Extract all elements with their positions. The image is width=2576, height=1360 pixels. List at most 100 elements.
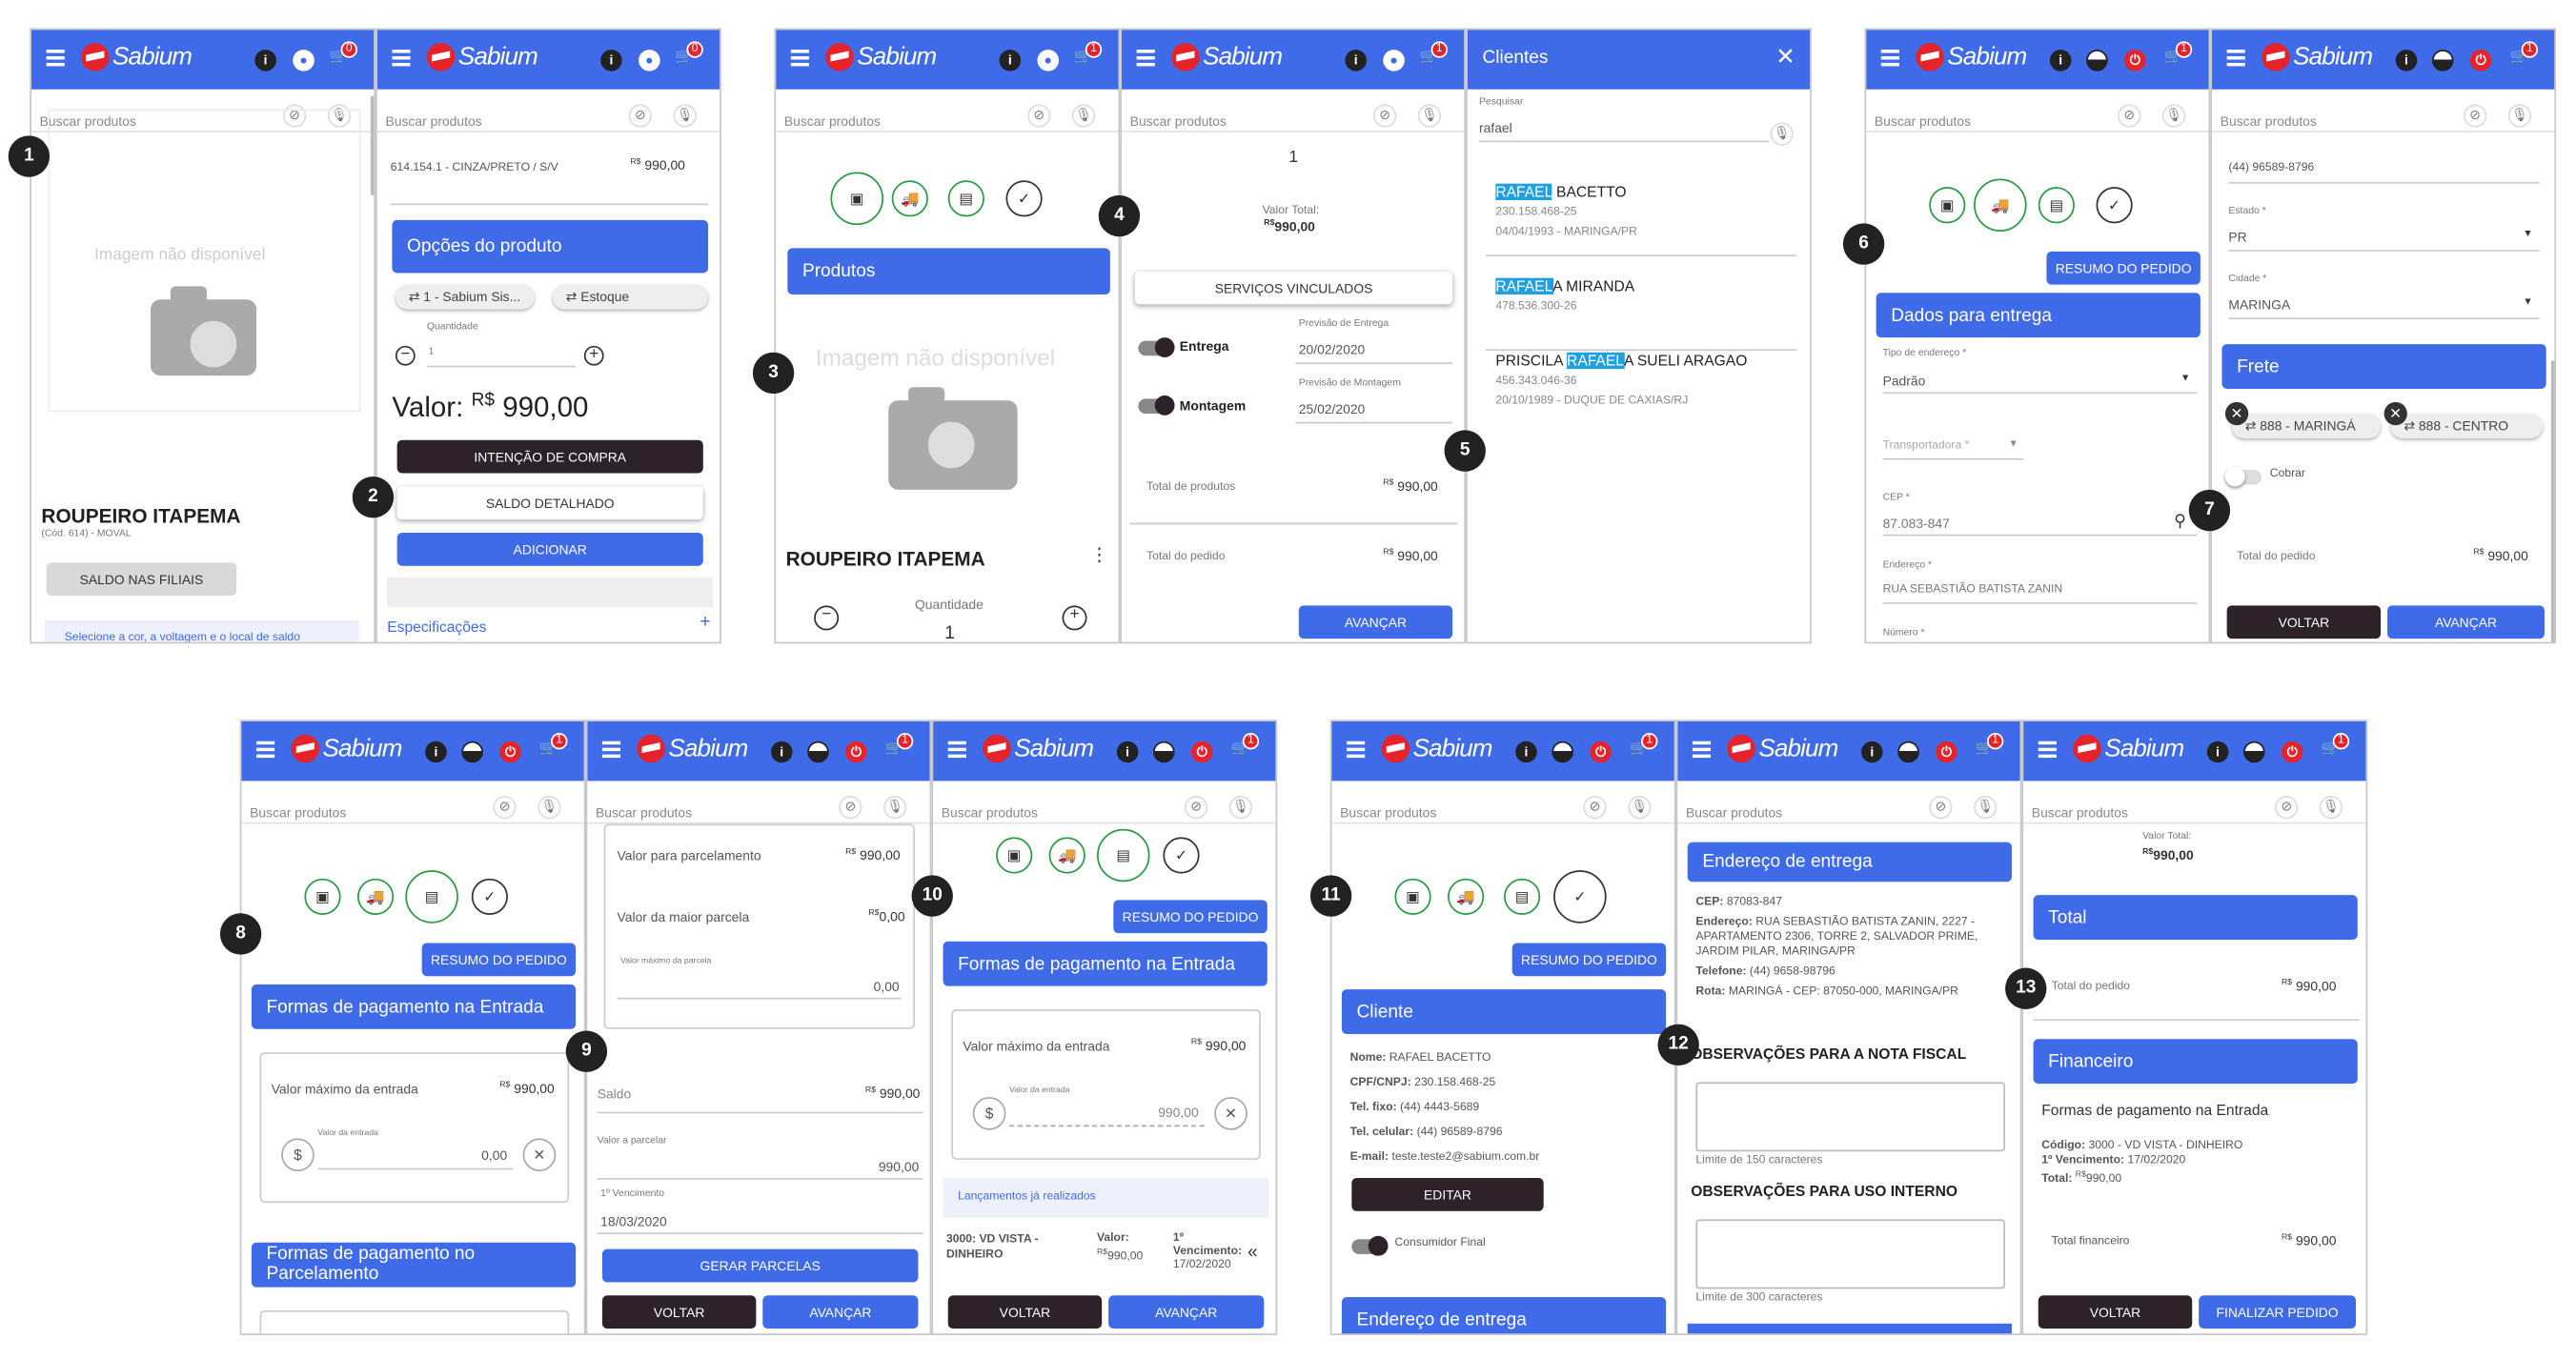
tipo-endereco-select[interactable]: Padrão bbox=[1883, 374, 1926, 389]
search-input[interactable]: Buscar produtos bbox=[1130, 114, 1227, 130]
info-icon[interactable]: i bbox=[425, 741, 447, 763]
cart-icon[interactable]: 🛒 1 bbox=[2164, 41, 2193, 66]
minus-button[interactable]: − bbox=[814, 605, 840, 631]
voltar-button[interactable]: VOLTAR bbox=[601, 1295, 757, 1330]
search-bar[interactable]: Buscar produtos ⊘ 🎙 bbox=[376, 90, 720, 132]
voltar-button[interactable]: VOLTAR bbox=[2038, 1295, 2193, 1330]
voltar-button[interactable]: VOLTAR bbox=[2226, 605, 2382, 639]
stock-chip[interactable]: ⇄ Estoque bbox=[552, 284, 709, 310]
power-icon[interactable]: ⏻ bbox=[2469, 50, 2492, 71]
resumo-pedido-button[interactable]: RESUMO DO PEDIDO bbox=[421, 943, 577, 977]
checkout-step-icon[interactable]: ▣ bbox=[304, 878, 341, 916]
power-icon[interactable]: ⏻ bbox=[2281, 741, 2303, 763]
search-bar[interactable]: Buscar produtos ⊘ 🎙 bbox=[2212, 90, 2555, 132]
barcode-off-icon[interactable]: ⊘ bbox=[2118, 104, 2141, 128]
customer-icon[interactable] bbox=[461, 741, 483, 763]
menu-icon[interactable] bbox=[790, 50, 809, 67]
servicos-vinculados-button[interactable]: SERVIÇOS VINCULADOS bbox=[1134, 271, 1453, 305]
checkout-step-icon[interactable]: ✓ bbox=[471, 878, 508, 916]
remove-icon[interactable]: ✕ bbox=[2224, 401, 2249, 426]
resumo-pedido-button[interactable]: RESUMO DO PEDIDO bbox=[1511, 943, 1667, 977]
saldo-filiais-button[interactable]: SALDO NAS FILIAIS bbox=[46, 562, 237, 596]
plus-button[interactable]: + bbox=[583, 345, 604, 366]
lancamentos-link[interactable]: Lançamentos já realizados bbox=[958, 1191, 1096, 1203]
close-icon[interactable]: ✕ bbox=[1775, 43, 1795, 71]
search-input[interactable]: Buscar produtos bbox=[784, 114, 881, 130]
chevron-down-icon[interactable]: ▼ bbox=[2523, 297, 2532, 307]
info-icon[interactable]: i bbox=[770, 741, 793, 763]
cart-icon[interactable]: 🛒 1 bbox=[1074, 41, 1103, 66]
info-icon[interactable]: i bbox=[999, 50, 1022, 71]
customer-icon[interactable] bbox=[2086, 50, 2108, 71]
search-bar[interactable]: Buscar produtos ⊘ 🎙 bbox=[241, 781, 584, 824]
adicionar-button[interactable]: ADICIONAR bbox=[396, 532, 703, 566]
info-icon[interactable]: i bbox=[600, 50, 622, 71]
remove-icon[interactable]: ✕ bbox=[2383, 401, 2407, 426]
checkout-step-icon[interactable]: ▤ bbox=[405, 870, 458, 924]
mic-off-icon[interactable]: 🎙 bbox=[673, 104, 697, 128]
mic-off-icon[interactable]: 🎙 bbox=[2319, 796, 2343, 820]
mic-off-icon[interactable]: 🎙 bbox=[1974, 796, 1998, 820]
cart-icon[interactable]: 🛒 1 bbox=[1231, 733, 1260, 758]
checkout-step-icon[interactable]: ✓ bbox=[2096, 187, 2133, 224]
endereco-input[interactable]: RUA SEBASTIÃO BATISTA ZANIN bbox=[1883, 584, 2063, 596]
search-bar[interactable]: Buscar produtos ⊘ 🎙 bbox=[1122, 90, 1465, 132]
customer-icon[interactable] bbox=[807, 741, 829, 763]
mic-off-icon[interactable]: 🎙 bbox=[1417, 104, 1442, 128]
scrollbar[interactable] bbox=[2550, 360, 2555, 642]
checkout-step-icon[interactable]: ▤ bbox=[947, 180, 984, 217]
checkout-step-icon[interactable]: ✓ bbox=[1005, 180, 1043, 217]
plus-button[interactable]: + bbox=[1062, 605, 1087, 631]
cep-input[interactable]: 87.083-847 bbox=[1883, 517, 1950, 532]
menu-icon[interactable] bbox=[1880, 50, 1899, 67]
avancar-button[interactable]: AVANÇAR bbox=[762, 1295, 919, 1330]
checkout-step-icon[interactable]: ▤ bbox=[1504, 878, 1541, 916]
barcode-off-icon[interactable]: ⊘ bbox=[1027, 104, 1051, 128]
entrega-toggle[interactable] bbox=[1138, 337, 1175, 357]
valor-parcelar-input[interactable]: 990,00 bbox=[879, 1160, 919, 1175]
checkout-step-icon[interactable]: 🚚 bbox=[891, 180, 928, 217]
barcode-off-icon[interactable]: ⊘ bbox=[2463, 104, 2487, 128]
info-icon[interactable]: i bbox=[2395, 50, 2418, 71]
obs-int-textarea[interactable] bbox=[1695, 1219, 2006, 1289]
vencimento-input[interactable]: 18/03/2020 bbox=[600, 1214, 667, 1229]
editar-button[interactable]: EDITAR bbox=[1351, 1178, 1544, 1211]
menu-icon[interactable] bbox=[2038, 741, 2057, 759]
checkout-step-icon[interactable]: ✓ bbox=[1553, 870, 1607, 924]
resumo-pedido-button[interactable]: RESUMO DO PEDIDO bbox=[2046, 251, 2201, 285]
power-icon[interactable]: ⏻ bbox=[1936, 741, 1957, 763]
cart-icon[interactable]: 🛒 0 bbox=[675, 41, 703, 66]
search-bar[interactable]: Buscar produtos ⊘ 🎙 bbox=[776, 90, 1119, 132]
search-input[interactable]: Buscar produtos bbox=[2032, 805, 2128, 821]
barcode-off-icon[interactable]: ⊘ bbox=[1583, 796, 1607, 820]
cart-icon[interactable]: 🛒 1 bbox=[539, 733, 568, 758]
frete-chip-1[interactable]: ⇄ 888 - MARINGÁ bbox=[2231, 414, 2382, 439]
checkout-step-icon[interactable]: 🚚 bbox=[356, 878, 395, 916]
menu-icon[interactable] bbox=[601, 741, 620, 759]
search-bar[interactable]: Buscar produtos ⊘ 🎙 bbox=[933, 781, 1276, 824]
avancar-button[interactable]: AVANÇAR bbox=[2387, 605, 2545, 639]
menu-icon[interactable] bbox=[947, 741, 966, 759]
power-icon[interactable]: ⏻ bbox=[1590, 741, 1612, 763]
search-bar[interactable]: Buscar produtos ⊘ 🎙 bbox=[2023, 781, 2366, 824]
checkout-step-icon[interactable]: ▣ bbox=[1394, 878, 1431, 916]
valor-entrada-input[interactable]: 990,00 bbox=[1158, 1106, 1198, 1121]
qty-value[interactable]: 1 bbox=[944, 623, 955, 641]
power-icon[interactable]: ⏻ bbox=[845, 741, 867, 763]
checkout-step-icon[interactable]: 🚚 bbox=[1448, 878, 1485, 916]
avancar-button[interactable]: AVANÇAR bbox=[1298, 605, 1453, 639]
minus-button[interactable]: − bbox=[395, 345, 416, 366]
search-bar[interactable]: Buscar produtos ⊘ 🎙 bbox=[1866, 90, 2209, 132]
checkout-step-icon[interactable]: 🚚 bbox=[1974, 178, 2027, 233]
max-parcela-input[interactable]: 0,00 bbox=[874, 980, 900, 995]
search-bar[interactable]: Buscar produtos ⊘ 🎙 bbox=[1677, 781, 2020, 824]
barcode-off-icon[interactable]: ⊘ bbox=[839, 796, 862, 820]
search-input[interactable]: Buscar produtos bbox=[942, 805, 1038, 821]
power-icon[interactable]: ⏻ bbox=[499, 741, 521, 763]
prev-montagem-input[interactable]: 25/02/2020 bbox=[1299, 402, 1366, 417]
info-icon[interactable]: i bbox=[2049, 50, 2072, 71]
menu-icon[interactable] bbox=[2226, 50, 2245, 67]
barcode-off-icon[interactable]: ⊘ bbox=[493, 796, 517, 820]
customer-icon[interactable] bbox=[1552, 741, 1573, 763]
more-options-icon[interactable]: ⋮ bbox=[1090, 544, 1108, 566]
